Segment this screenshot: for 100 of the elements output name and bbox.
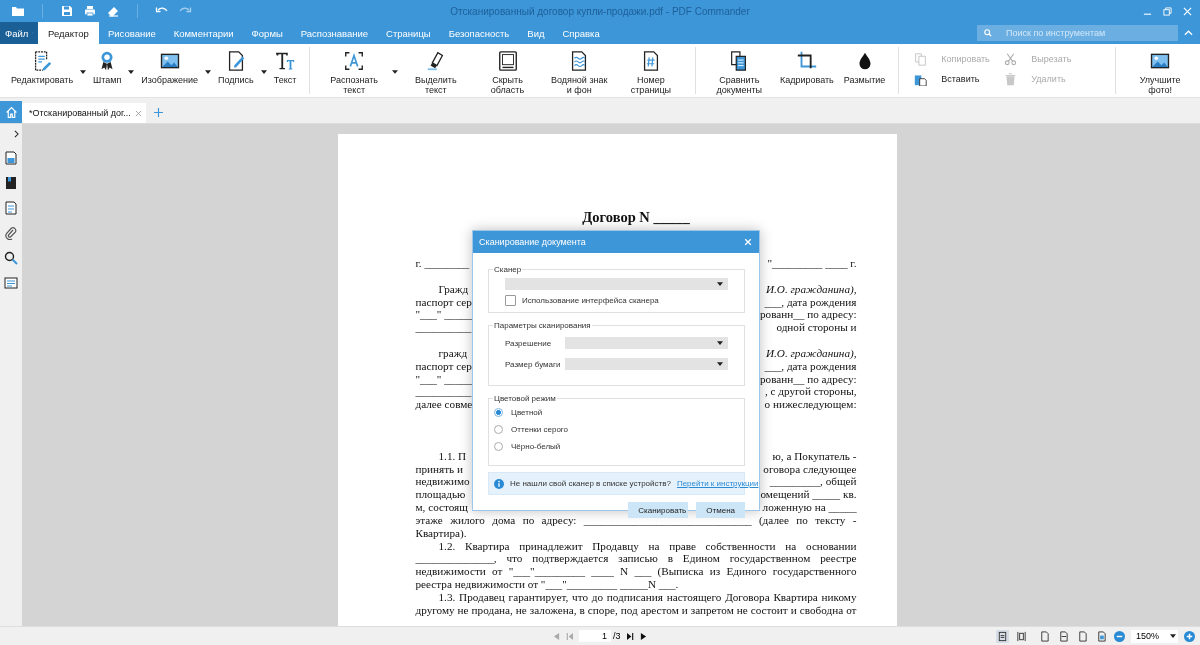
page-number-field[interactable]: 1 <box>579 630 611 642</box>
select-field[interactable] <box>565 337 728 349</box>
actual-size-icon[interactable] <box>1095 629 1108 643</box>
file-menu-button[interactable]: Файл <box>0 22 38 44</box>
single-page-icon[interactable] <box>996 629 1009 643</box>
document-text: одной стороны и <box>776 321 857 335</box>
fit-page-icon[interactable] <box>1038 629 1051 643</box>
ribbon-button[interactable]: Редактировать <box>6 44 78 85</box>
document-text: паспорт сер <box>415 295 472 309</box>
ribbon-button[interactable]: Выделить текст <box>400 44 472 95</box>
scanner-icon[interactable] <box>106 5 120 17</box>
document-text: _________, общей <box>769 475 857 489</box>
radio-button[interactable] <box>494 408 503 417</box>
document-text: принять и <box>415 462 463 476</box>
search-field[interactable]: Поиск по инструментам <box>977 25 1178 41</box>
group-title: Сканер <box>493 265 523 274</box>
document-text: 1.3. Продавец гарантирует, что до подписания настоящего Договора Квартира никому <box>438 590 857 604</box>
document-text: оговора следующее <box>763 462 857 476</box>
ribbon-button[interactable]: Водяной знак и фон <box>543 44 616 95</box>
document-text: "_________ ____ г. <box>767 257 857 270</box>
ribbon-button[interactable]: Сравнить документы <box>703 44 775 95</box>
document-text: гражд <box>438 346 468 360</box>
document-text: ___, дата рождения <box>764 359 857 373</box>
ribbon-button[interactable]: Распознать текст <box>318 44 390 95</box>
two-columns-icon[interactable] <box>1015 629 1028 643</box>
field-label: Разрешение <box>505 338 553 348</box>
ribbon-tab[interactable]: Редактор <box>38 22 99 44</box>
document-text: ю, а Покупатель - <box>772 449 857 463</box>
document-text: , с другой стороны, <box>764 385 857 399</box>
form-list-icon[interactable] <box>4 276 18 290</box>
dialog-title: Сканирование документа <box>479 237 586 247</box>
document-text: И.О. гражданина), <box>765 346 857 360</box>
last-page-icon[interactable] <box>626 631 634 641</box>
info-icon <box>494 478 504 489</box>
select-field[interactable] <box>565 358 728 370</box>
checkbox-label: Использование интерфейса сканера <box>522 296 659 305</box>
document-text: "___" _____ <box>415 372 473 386</box>
zoom-out-icon[interactable] <box>1114 630 1125 642</box>
ribbon-button[interactable]: Кадрировать <box>774 44 839 85</box>
page-icon[interactable] <box>1076 629 1089 643</box>
ribbon-button[interactable]: Улучшите фото! <box>1124 44 1196 95</box>
search-icon[interactable] <box>4 251 18 265</box>
radio-button[interactable] <box>494 425 503 434</box>
document-text: рованн__ по адресу: <box>760 308 857 322</box>
folder-icon[interactable] <box>11 5 25 17</box>
chevron-right-icon[interactable] <box>13 130 19 138</box>
paperclip-icon[interactable] <box>4 226 18 240</box>
bookmark-icon[interactable] <box>4 176 18 190</box>
document-tab[interactable]: *Отсканированный дог... <box>22 103 146 123</box>
document-text: рованн__ по адресу: <box>760 372 857 386</box>
next-page-icon[interactable] <box>639 631 647 641</box>
radio-button[interactable] <box>494 442 503 451</box>
previous-page-icon[interactable] <box>553 631 560 641</box>
search-icon <box>984 29 992 37</box>
page-thumbnail-icon[interactable] <box>4 151 18 165</box>
document-text: другому не продана, не заложена, в споре, под арестом и запретом не состоит и свободна от <box>415 603 857 617</box>
zoom-dropdown[interactable]: 150% <box>1131 629 1178 643</box>
dialog-button[interactable]: Сканировать <box>628 502 689 518</box>
document-text: __________ <box>415 385 472 399</box>
document-title: Договор N _____ <box>581 209 691 226</box>
collapse-icon[interactable] <box>1184 30 1193 36</box>
ribbon-button[interactable]: Подпись <box>213 44 259 85</box>
first-page-icon[interactable] <box>566 631 573 641</box>
ribbon-button[interactable]: Изображение <box>136 44 204 85</box>
document-text: реестра недвижимости от "___"_________ _____N ___. <box>415 578 679 591</box>
document-text: недвижимо <box>415 475 470 489</box>
document-text: __________ <box>415 321 472 335</box>
ribbon-button[interactable]: Номер страницы <box>615 44 687 95</box>
document-text: 1.1. П <box>438 449 467 463</box>
radio-label: Чёрно-белый <box>511 442 561 451</box>
home-icon <box>4 105 18 119</box>
zoom-in-icon[interactable] <box>1184 630 1195 642</box>
scissors-icon <box>1004 52 1018 66</box>
fit-width-icon[interactable] <box>1057 629 1070 643</box>
ribbon-button[interactable]: Размытие <box>838 44 891 85</box>
document-text: ложенную на _____ <box>762 501 857 514</box>
ribbon-button[interactable]: Скрыть область <box>471 44 544 95</box>
restore-icon[interactable] <box>1163 6 1172 16</box>
close-icon[interactable] <box>134 109 142 117</box>
document-text: недвижимости от "___"_________ ____ N ___ (Выписка из Единого государственного <box>415 565 857 579</box>
document-text: И.О. гражданина), <box>765 282 857 296</box>
radio-label: Цветной <box>511 408 543 417</box>
ribbon-button[interactable]: Вставить <box>911 69 1002 89</box>
document-text: м, состоящ <box>415 501 468 514</box>
documents-icon <box>914 52 928 66</box>
document-text: Гражд <box>438 282 469 296</box>
page-lines-icon[interactable] <box>4 201 18 215</box>
document-text: г. ________ <box>415 257 470 270</box>
home-button[interactable] <box>0 101 22 123</box>
checkbox[interactable] <box>505 295 516 306</box>
ribbon-button[interactable]: Штамп <box>88 44 127 85</box>
document-text: Квартира). <box>415 526 467 539</box>
document-text: "___" _____ <box>415 308 473 322</box>
plus-icon[interactable] <box>153 108 163 117</box>
letter-frame-icon <box>343 50 366 72</box>
document-text: далее совме <box>415 398 473 412</box>
ribbon-button[interactable]: Текст <box>268 44 302 85</box>
printer-icon[interactable] <box>83 5 97 17</box>
field-label: Размер бумаги <box>505 359 561 369</box>
dialog-button[interactable]: Отмена <box>696 502 745 518</box>
